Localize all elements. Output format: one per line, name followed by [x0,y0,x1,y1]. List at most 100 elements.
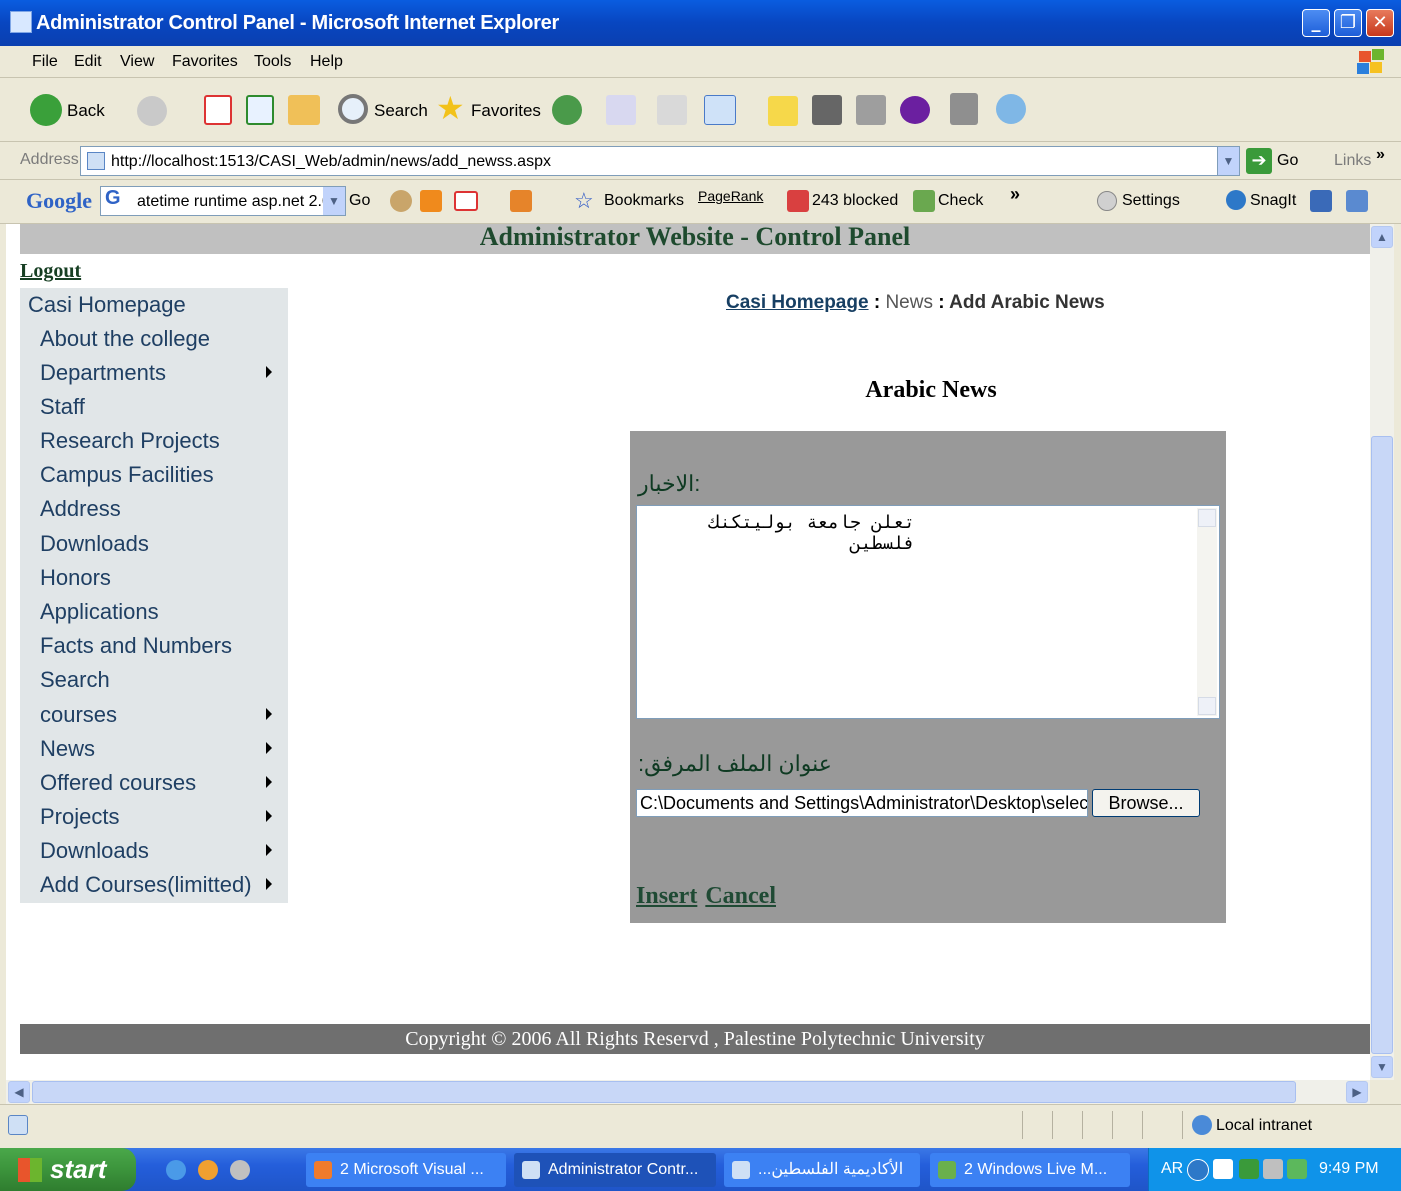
blogger-icon[interactable] [420,190,442,212]
history-icon[interactable] [552,95,582,125]
pagerank-icon[interactable] [390,190,412,212]
go-button[interactable]: Go [1277,152,1298,170]
search-icon[interactable] [338,94,368,124]
nav-item-projects[interactable]: Projects [40,804,119,830]
research-icon[interactable] [950,93,978,125]
nav-item-applications[interactable]: Applications [40,599,159,625]
go-arrow-icon[interactable]: ➔ [1246,148,1272,174]
horizontal-scrollbar[interactable]: ◀ ▶ [6,1080,1370,1104]
refresh-icon[interactable] [246,95,274,125]
nav-item-address[interactable]: Address [40,496,121,522]
bookmarks-star-icon[interactable]: ☆ [574,188,594,214]
address-input[interactable]: http://localhost:1513/CASI_Web/admin/new… [80,146,1240,176]
cancel-link[interactable]: Cancel [705,883,776,909]
mail-icon[interactable] [606,95,636,125]
popup-blocked-count[interactable]: 243 blocked [812,192,898,210]
nav-item-about-college[interactable]: About the college [40,326,210,352]
logout-link[interactable]: Logout [20,260,81,283]
volume-icon[interactable] [1263,1159,1283,1179]
messenger-tray-icon[interactable] [1239,1159,1259,1179]
tray-app-icon[interactable] [1213,1159,1233,1179]
check-button[interactable]: Check [938,192,983,210]
back-button[interactable]: Back [67,101,105,121]
insert-link[interactable]: Insert [636,883,697,909]
messenger-icon[interactable] [856,95,886,125]
favorites-button[interactable]: Favorites [471,101,541,121]
scroll-down-icon[interactable] [1198,697,1216,715]
scroll-up-icon[interactable] [1198,509,1216,527]
task-arabic-site[interactable]: ...الأكاديمية الفلسطين [724,1153,920,1187]
stop-icon[interactable] [204,95,232,125]
file-path-input[interactable]: C:\Documents and Settings\Administrator\… [636,789,1088,817]
print-icon[interactable] [657,95,687,125]
spellcheck-icon[interactable] [913,190,935,212]
scroll-left-icon[interactable]: ◀ [8,1081,30,1103]
nav-item-research-projects[interactable]: Research Projects [40,428,220,454]
nav-item-honors[interactable]: Honors [40,565,111,591]
nav-item-search[interactable]: Search [40,667,110,693]
back-icon[interactable] [30,94,62,126]
menu-help[interactable]: Help [310,53,343,71]
firefox-quicklaunch-icon[interactable] [198,1160,218,1180]
menu-file[interactable]: File [32,53,58,71]
language-indicator[interactable]: AR [1161,1160,1183,1178]
nav-item-staff[interactable]: Staff [40,394,85,420]
bookmarks-button[interactable]: Bookmarks [604,192,684,210]
more-chevron-icon[interactable]: » [1010,184,1020,205]
restore-button[interactable]: ❐ [1334,9,1362,37]
news-feed-icon[interactable] [510,190,532,212]
ie-quicklaunch-icon[interactable] [166,1160,186,1180]
quicklaunch-icon[interactable] [230,1160,250,1180]
scroll-right-icon[interactable]: ▶ [1346,1081,1368,1103]
minimize-button[interactable]: _ [1302,9,1330,37]
address-dropdown-icon[interactable]: ▼ [1217,147,1239,175]
settings-icon[interactable] [1097,191,1117,211]
capture-region-icon[interactable] [1346,190,1368,212]
scroll-up-icon[interactable]: ▲ [1371,226,1393,248]
home-icon[interactable] [288,95,320,125]
textarea-scrollbar[interactable] [1197,508,1217,716]
forward-icon[interactable] [137,96,167,126]
menu-tools[interactable]: Tools [254,53,291,71]
nav-item-campus-facilities[interactable]: Campus Facilities [40,462,214,488]
menu-edit[interactable]: Edit [74,53,102,71]
task-administrator-control[interactable]: Administrator Contr... [514,1153,716,1187]
favorites-star-icon[interactable]: ★ [436,92,465,124]
vertical-scrollbar[interactable]: ▲ ▼ [1370,224,1394,1080]
nav-item-add-courses[interactable]: Add Courses(limitted) [40,872,252,898]
news-textarea[interactable]: تعلن جامعة بوليتكنك فلسطين [636,505,1220,719]
menu-favorites[interactable]: Favorites [172,53,238,71]
menu-view[interactable]: View [120,53,154,71]
network-icon[interactable] [1287,1159,1307,1179]
nav-item-downloads[interactable]: Downloads [40,531,149,557]
scroll-down-icon[interactable]: ▼ [1371,1056,1393,1078]
nav-item-courses[interactable]: courses [40,702,117,728]
snagit-button[interactable]: SnagIt [1250,192,1296,210]
vertical-scroll-thumb[interactable] [1371,436,1393,1054]
browse-button[interactable]: Browse... [1092,789,1200,817]
pagerank-button[interactable]: PageRank [698,188,763,204]
nav-item-offered-courses[interactable]: Offered courses [40,770,196,796]
google-go-button[interactable]: Go [349,192,370,210]
nav-item-facts-numbers[interactable]: Facts and Numbers [40,633,232,659]
close-button[interactable]: ✕ [1366,9,1394,37]
nav-item-news[interactable]: News [40,736,95,762]
nav-item-departments[interactable]: Departments [40,360,166,386]
chevron-right-icon[interactable]: » [1376,146,1385,164]
nav-item-casi-homepage[interactable]: Casi Homepage [28,292,186,318]
msn-icon[interactable] [996,94,1026,124]
k-icon[interactable] [812,95,842,125]
nav-item-downloads-menu[interactable]: Downloads [40,838,149,864]
snagit-icon[interactable] [1226,190,1246,210]
google-logo[interactable]: Google [26,188,92,214]
links-button[interactable]: Links [1334,152,1371,170]
popup-blocker-icon[interactable] [787,190,809,212]
yahoo-icon[interactable] [900,96,930,124]
settings-button[interactable]: Settings [1122,192,1180,210]
breadcrumb-home-link[interactable]: Casi Homepage [726,292,869,313]
tray-arrow-icon[interactable] [1187,1159,1209,1181]
capture-window-icon[interactable] [1310,190,1332,212]
horizontal-scroll-thumb[interactable] [32,1081,1296,1103]
google-dropdown-icon[interactable]: ▼ [323,187,345,215]
gmail-icon[interactable] [454,191,478,211]
